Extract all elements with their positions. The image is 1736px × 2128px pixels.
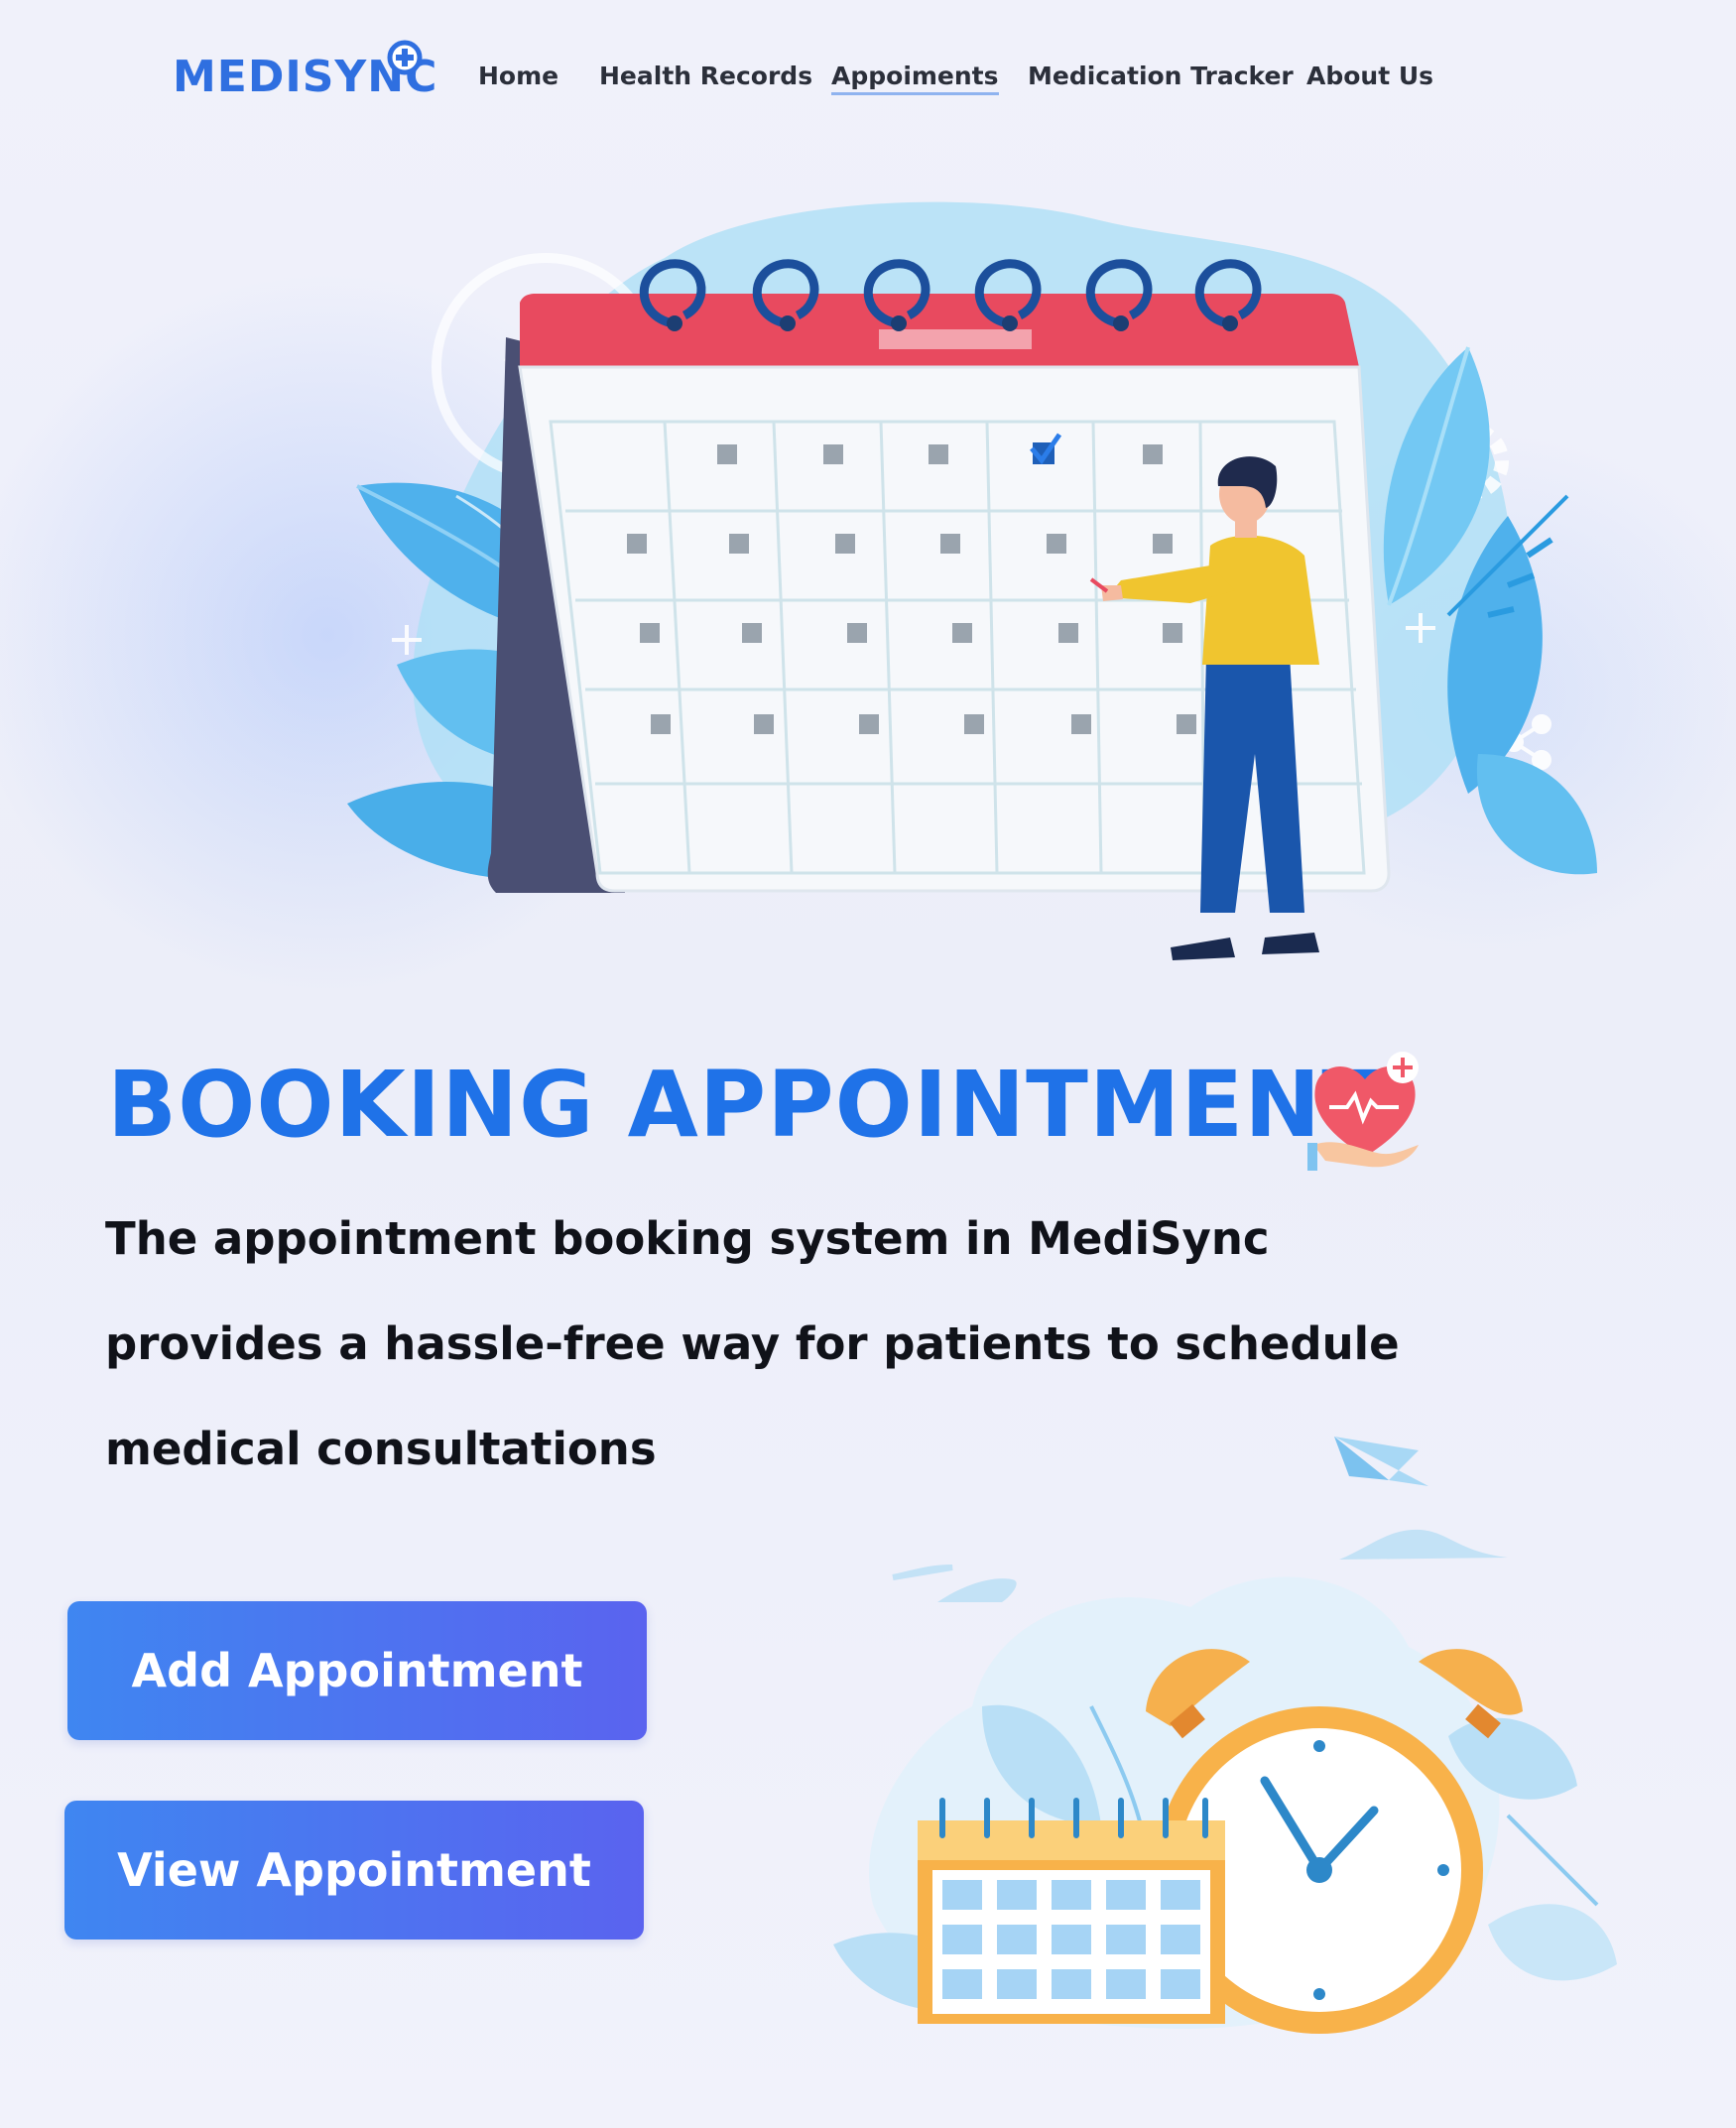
nav-medication-tracker[interactable]: Medication Tracker bbox=[1028, 62, 1294, 90]
nav-home[interactable]: Home bbox=[478, 62, 558, 90]
description-line-2: provides a hassle-free way for patients … bbox=[105, 1317, 1400, 1370]
clouds bbox=[892, 1529, 1508, 1602]
description-line-1: The appointment booking system in MediSy… bbox=[105, 1212, 1270, 1265]
calendar-alarm-clock-illustration bbox=[833, 1437, 1617, 2034]
nav-health-records[interactable]: Health Records bbox=[599, 62, 812, 90]
heart-care-icon bbox=[1307, 1052, 1419, 1171]
nav-about-us[interactable]: About Us bbox=[1306, 62, 1433, 90]
calendar-label-bar bbox=[879, 329, 1032, 349]
view-appointment-button[interactable]: View Appointment bbox=[64, 1801, 644, 1940]
page-title: BOOKING APPOINTMENT bbox=[107, 1052, 1385, 1158]
calendar-planning-illustration bbox=[347, 201, 1597, 960]
plus-circle-icon bbox=[387, 40, 423, 75]
navbar: MEDISYNC Home Health Records Appoiments … bbox=[0, 0, 1736, 159]
add-appointment-button[interactable]: Add Appointment bbox=[67, 1601, 647, 1740]
nav-appointments[interactable]: Appoiments bbox=[831, 62, 999, 95]
small-calendar bbox=[918, 1798, 1225, 2024]
